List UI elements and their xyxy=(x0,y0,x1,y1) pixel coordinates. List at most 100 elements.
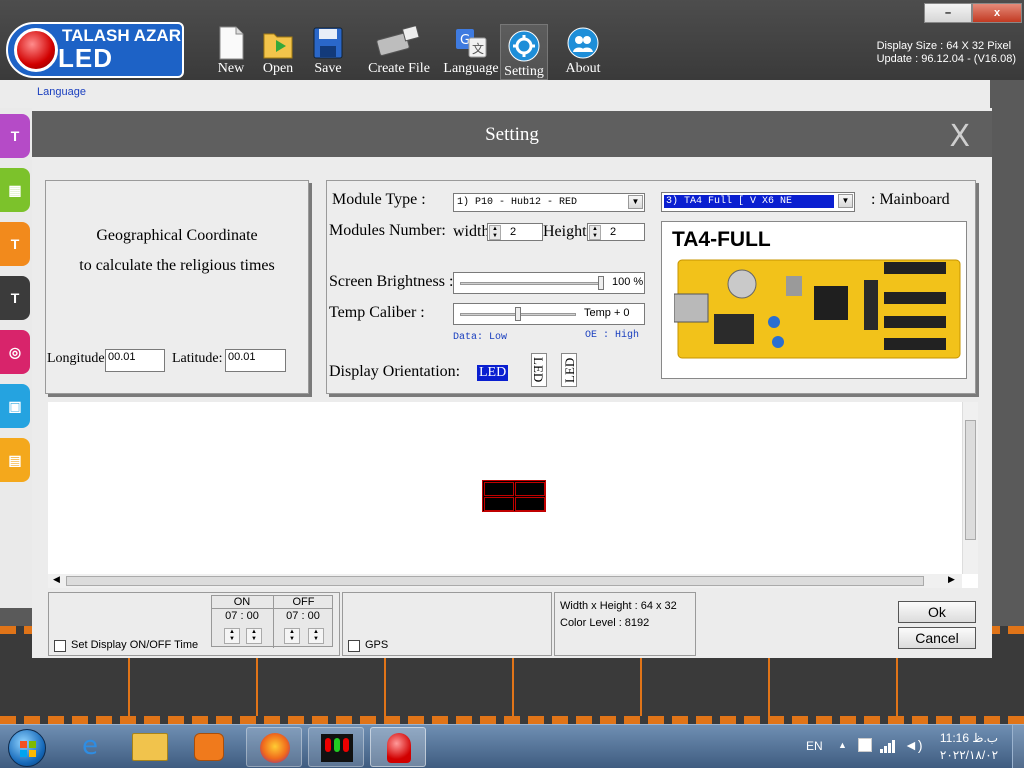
gps-checkbox[interactable] xyxy=(348,640,360,652)
about-label: About xyxy=(565,61,601,76)
language-button[interactable]: G文 Language xyxy=(442,26,500,78)
size-info-text: Width x Height : 64 x 32 xyxy=(560,600,677,612)
color-level-text: Color Level : 8192 xyxy=(560,617,650,629)
geo-coordinate-panel: Geographical Coordinate to calculate the… xyxy=(45,180,309,394)
brightness-thumb[interactable] xyxy=(598,276,604,290)
marquee-text-icon[interactable]: T xyxy=(0,276,30,320)
open-folder-icon xyxy=(263,33,293,59)
input-language-indicator[interactable]: EN xyxy=(806,739,823,753)
off-minute-spinner[interactable]: ▲ ▼ xyxy=(308,628,324,644)
open-label: Open xyxy=(262,61,294,76)
modules-number-label: Modules Number: xyxy=(329,222,446,239)
calendar-tool-icon[interactable]: ▤ xyxy=(0,438,30,482)
create-file-button[interactable]: Create File xyxy=(366,26,432,78)
brightness-slider[interactable]: 100 % xyxy=(453,272,645,294)
vertical-scrollbar[interactable] xyxy=(962,402,978,574)
longitude-input[interactable]: 00.01 xyxy=(105,349,165,372)
windows-logo-icon xyxy=(20,741,36,757)
brightness-value: 100 % xyxy=(612,276,644,288)
gear-icon xyxy=(508,30,540,62)
orientation-normal-option[interactable]: LED xyxy=(477,365,509,381)
show-desktop-button[interactable] xyxy=(1012,725,1024,768)
clock-time[interactable]: 11:16 ب.ظ xyxy=(938,731,1000,745)
mainboard-value: 3) TA4 Full [ V X6 NE xyxy=(664,195,834,208)
orientation-rotate-ccw-option[interactable]: LED xyxy=(561,353,577,387)
show-hidden-icons[interactable]: ▲ xyxy=(838,740,847,750)
save-icon xyxy=(313,27,343,59)
horizontal-scrollbar[interactable]: ◀ ▶ xyxy=(48,574,962,588)
temp-thumb[interactable] xyxy=(515,307,521,321)
gps-label: GPS xyxy=(365,639,389,651)
led-module xyxy=(515,482,545,496)
module-type-label: Module Type : xyxy=(332,191,426,208)
taskbar-firefox[interactable] xyxy=(246,727,302,767)
taskbar-led-app-1[interactable] xyxy=(308,727,364,767)
scroll-right-icon[interactable]: ▶ xyxy=(948,574,955,585)
volume-speaker-icon[interactable]: ◄) xyxy=(904,737,923,753)
media-player-icon[interactable] xyxy=(194,733,224,761)
dialog-close-icon[interactable]: X xyxy=(949,119,970,154)
clock-date[interactable]: ۲۰۲۲/۱۸/۰۲ xyxy=(938,748,1000,762)
app-logo: TALASH AZAR LED FULL xyxy=(6,22,184,104)
about-button[interactable]: About xyxy=(562,26,604,78)
language-link[interactable]: Language xyxy=(37,86,86,98)
create-file-label: Create File xyxy=(368,61,430,76)
led-module xyxy=(484,497,514,511)
cancel-button[interactable]: Cancel xyxy=(898,627,976,649)
temp-caliber-slider[interactable]: Temp + 0 xyxy=(453,303,645,325)
action-center-flag-icon[interactable] xyxy=(858,738,872,752)
longitude-label: Longitude: xyxy=(47,351,109,366)
led-preview-canvas[interactable] xyxy=(48,402,978,588)
orientation-rotate-cw-option[interactable]: LED xyxy=(531,353,547,387)
data-low-text: Data: Low xyxy=(453,332,508,343)
main-toolbar: TALASH AZAR LED FULL New Open Save Creat… xyxy=(0,0,1024,104)
on-label: ON xyxy=(233,596,251,608)
off-hour-spinner[interactable]: ▲ ▼ xyxy=(284,628,300,644)
module-type-select[interactable]: 1) P10 - Hub12 - RED ▼ xyxy=(453,193,645,212)
scroll-left-icon[interactable]: ◀ xyxy=(53,574,60,585)
board-name-text: TA4-FULL xyxy=(672,228,771,251)
led-bulb-icon xyxy=(387,733,411,763)
vertical-scroll-thumb[interactable] xyxy=(965,420,976,540)
update-version-text: Update : 96.12.04 - (V16.08) xyxy=(876,53,1016,65)
off-time-value[interactable]: 07 : 00 xyxy=(273,610,333,622)
image-tool-icon[interactable]: ▣ xyxy=(0,384,30,428)
onoff-checkbox[interactable] xyxy=(54,640,66,652)
height-stepper[interactable]: ▲ ▼ 2 xyxy=(587,223,645,241)
mainboard-label: : Mainboard xyxy=(871,191,950,208)
rgb-leds-icon xyxy=(321,734,353,762)
video-reel-icon[interactable]: ◎ xyxy=(0,330,30,374)
internet-explorer-icon[interactable]: e xyxy=(70,731,110,763)
close-window-button[interactable]: x xyxy=(972,3,1022,23)
new-button[interactable]: New xyxy=(214,26,248,78)
table-tool-icon[interactable]: ▦ xyxy=(0,168,30,212)
temp-value: Temp + 0 xyxy=(584,307,630,319)
mainboard-select[interactable]: 3) TA4 Full [ V X6 NE ▼ xyxy=(661,192,855,212)
minimize-button[interactable]: – xyxy=(924,3,972,23)
height-value: 2 xyxy=(610,226,617,238)
left-sidebar: T ▦ T T ◎ ▣ ▤ xyxy=(0,108,32,608)
network-signal-icon[interactable] xyxy=(880,737,898,753)
on-minute-spinner[interactable]: ▲ ▼ xyxy=(246,628,262,644)
file-explorer-icon[interactable] xyxy=(132,733,168,761)
width-stepper[interactable]: ▲ ▼ 2 xyxy=(487,223,543,241)
module-type-value: 1) P10 - Hub12 - RED xyxy=(457,197,578,208)
onoff-time-box: ON OFF 07 : 00 07 : 00 ▲ ▼ ▲ ▼ ▲ ▼ ▲ ▼ xyxy=(211,595,333,648)
on-time-value[interactable]: 07 : 00 xyxy=(212,610,272,622)
latitude-input[interactable]: 00.01 xyxy=(225,349,286,372)
ok-button[interactable]: Ok xyxy=(898,601,976,623)
taskbar-led-app-2[interactable] xyxy=(370,727,426,767)
updown-arrows-icon[interactable]: ▲ ▼ xyxy=(589,225,601,240)
text-tool-icon[interactable]: T xyxy=(0,114,30,158)
mainboard-image: TA4-FULL xyxy=(661,221,967,379)
start-button[interactable] xyxy=(8,729,46,767)
save-button[interactable]: Save xyxy=(308,26,348,78)
horizontal-scroll-thumb[interactable] xyxy=(66,576,924,586)
updown-arrows-icon[interactable]: ▲ ▼ xyxy=(489,225,501,240)
clock-text-icon[interactable]: T xyxy=(0,222,30,266)
height-label: Height xyxy=(543,223,587,240)
open-button[interactable]: Open xyxy=(260,26,296,78)
on-hour-spinner[interactable]: ▲ ▼ xyxy=(224,628,240,644)
setting-button[interactable]: Setting xyxy=(500,24,548,80)
off-label: OFF xyxy=(273,596,333,648)
